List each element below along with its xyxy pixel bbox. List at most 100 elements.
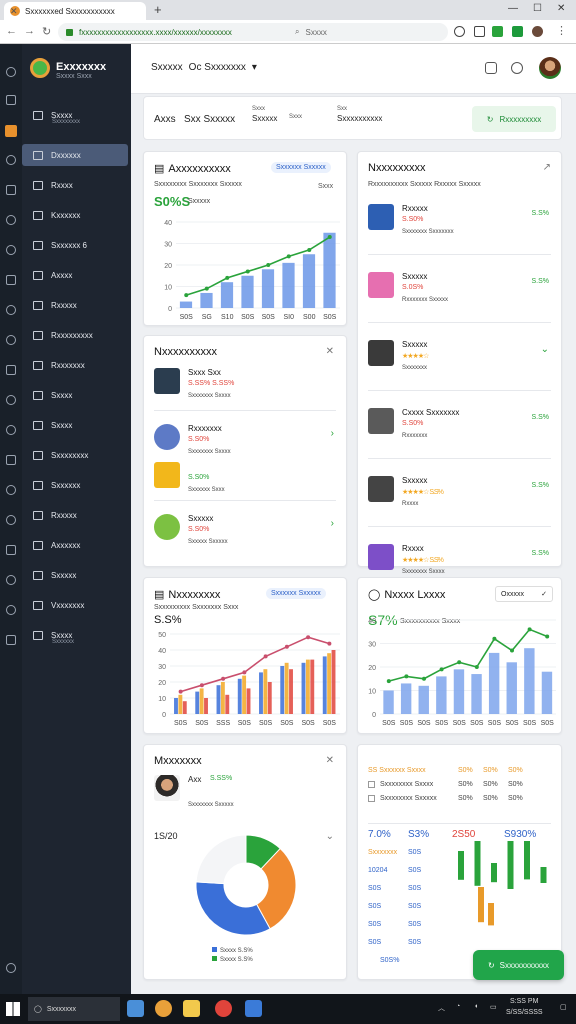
taskbar-app-icon-5[interactable] [245, 1000, 262, 1017]
rail-icon[interactable] [6, 185, 16, 195]
extension-icon-4[interactable] [512, 26, 523, 37]
extension-icon-3[interactable] [492, 26, 503, 37]
tray-network-icon[interactable]: ◔ [456, 1003, 460, 1010]
forward-icon[interactable]: → [24, 25, 35, 37]
list-item[interactable]: Sxxxxx ★★★★☆ Sxxxxxxx ⌄ [358, 332, 561, 376]
tray-sound-icon[interactable]: ◖ [474, 1003, 478, 1010]
rail-icon[interactable] [5, 125, 17, 137]
new-tab-icon[interactable]: + [154, 2, 162, 17]
rail-icon[interactable] [6, 515, 16, 525]
notification-item[interactable]: Sxxxxx S.S0% Sxxxxx Sxxxxx › [144, 506, 346, 550]
rail-icon[interactable] [6, 215, 16, 225]
rail-icon[interactable] [6, 575, 16, 585]
tray-up-icon[interactable]: ︿ [438, 1003, 445, 1013]
settings-icon[interactable] [511, 62, 523, 74]
list-item[interactable]: Rxxxx ★★★★☆ S.S% Sxxxxxxx Sxxxx S.S% [358, 536, 561, 580]
notification-center-icon[interactable]: ▢ [560, 1003, 567, 1011]
rail-icon[interactable] [6, 545, 16, 555]
rail-icon[interactable] [6, 155, 16, 165]
notification-thumbnail [154, 368, 180, 394]
taskbar-app-icon-2[interactable] [155, 1000, 172, 1017]
list-item-percent: S.S% [531, 482, 549, 489]
sidebar-item[interactable]: Kxxxxxx [22, 204, 128, 226]
rail-icon[interactable] [6, 485, 16, 495]
taskbar-app-icon-3[interactable] [183, 1000, 200, 1017]
back-icon[interactable]: ← [6, 25, 17, 37]
sidebar-item[interactable]: Sxxxx Sxxxxxx [22, 624, 128, 646]
avatar[interactable] [539, 57, 561, 79]
notification-icon[interactable] [485, 62, 497, 74]
rail-icon[interactable] [6, 365, 16, 375]
notification-item[interactable]: Sxxx Sxx S.SS% S.SS% Sxxxxxxx Sxxxx [144, 360, 346, 404]
sidebar-item[interactable]: Rxxxxx [22, 294, 128, 316]
maximize-icon[interactable]: ☐ [533, 3, 542, 14]
navigation-pill[interactable]: Sxxxxxx Sxxxxx [266, 588, 326, 599]
rail-icon[interactable] [6, 245, 16, 255]
rail-icon[interactable] [6, 425, 16, 435]
minimize-icon[interactable]: — [508, 3, 518, 14]
reload-icon[interactable]: ↻ [42, 25, 51, 38]
list-item[interactable]: Sxxxxx ★★★★☆ S.S% Rxxxx S.S% [358, 468, 561, 512]
close-icon[interactable]: ✕ [326, 346, 334, 357]
application-pill[interactable]: Sxxxxxx Sxxxxx [271, 162, 331, 173]
sidebar-item[interactable]: Sxxxx [22, 414, 128, 436]
rail-icon[interactable] [6, 455, 16, 465]
rail-icon[interactable] [6, 605, 16, 615]
menu-icon[interactable]: ⋮ [556, 24, 567, 37]
windows-start-icon[interactable] [6, 1002, 20, 1016]
extension-icon-2[interactable] [474, 26, 485, 37]
sidebar-item[interactable]: Axxxx [22, 264, 128, 286]
sidebar-item[interactable]: Rxxxxxxxxx [22, 324, 128, 346]
profile-icon[interactable] [532, 26, 543, 37]
taskbar-app-icon-1[interactable] [127, 1000, 144, 1017]
chevron-down-icon[interactable]: ⌄ [541, 344, 549, 355]
sidebar-item[interactable]: Rxxxxx [22, 504, 128, 526]
taskbar-app-icon-4[interactable] [215, 1000, 232, 1017]
checkbox[interactable] [368, 795, 375, 802]
expand-icon[interactable]: ↗ [543, 162, 551, 173]
sidebar-item[interactable]: Sxxxxxx [22, 474, 128, 496]
sidebar-item[interactable]: Sxxxx Sxxxxxxxx [22, 104, 128, 126]
sidebar-item[interactable]: Rxxxx [22, 174, 128, 196]
extension-icon[interactable] [454, 26, 465, 37]
sidebar-item[interactable]: Axxxxxx [22, 534, 128, 556]
sidebar-item[interactable]: Sxxxxx [22, 564, 128, 586]
sidebar-item[interactable]: Sxxxx [22, 384, 128, 406]
sidebar-item[interactable]: Sxxxxxx 6 [22, 234, 128, 256]
browser-tab[interactable]: Sxxxxxxed Sxxxxxxxxxxx ✕ [4, 2, 146, 20]
rail-icon[interactable] [6, 963, 16, 973]
rail-icon[interactable] [6, 305, 16, 315]
close-tab-icon[interactable]: ✕ [10, 6, 18, 17]
notification-meta: S.S0% [188, 474, 210, 481]
floating-action-button[interactable]: ↻ Sxxxxxxxxxxx [473, 950, 564, 980]
rail-icon[interactable] [6, 67, 16, 77]
section-selector[interactable]: Sxxxxx Oc Sxxxxxxx ▾ [151, 62, 257, 73]
chevron-right-icon[interactable]: › [331, 428, 334, 439]
close-window-icon[interactable]: ✕ [557, 3, 565, 14]
rail-icon[interactable] [6, 95, 16, 105]
rail-icon[interactable] [6, 335, 16, 345]
rail-icon[interactable] [6, 635, 16, 645]
nexus-dropdown[interactable]: Oxxxxx ✓ [495, 586, 553, 602]
sidebar-item[interactable]: Dxxxxxx [22, 144, 128, 166]
notification-item[interactable]: S.S0% Sxxxxxx Sxxx [144, 454, 346, 498]
list-item[interactable]: Sxxxxx S.0S% Rxxxxxxx Sxxxxx S.S% [358, 264, 561, 308]
chevron-right-icon[interactable]: › [331, 518, 334, 529]
close-icon[interactable]: ✕ [326, 755, 334, 766]
sidebar-item[interactable]: Sxxxxxxxx [22, 444, 128, 466]
checkbox[interactable] [368, 781, 375, 788]
tray-battery-icon[interactable]: ▭ [490, 1003, 497, 1011]
taskbar-search[interactable]: ◯ Sxxxxxxx [28, 997, 120, 1021]
primary-action-button[interactable]: ↻ Rxxxxxxxxx [472, 106, 556, 132]
rail-icon[interactable] [6, 395, 16, 405]
line-point [422, 676, 426, 681]
bar [179, 301, 193, 308]
sidebar-item[interactable]: Vxxxxxxx [22, 594, 128, 616]
bar [242, 675, 247, 714]
rail-icon[interactable] [6, 275, 16, 285]
list-item[interactable]: Rxxxxx S.S0% Sxxxxxxx Sxxxxxxx S.S% [358, 196, 561, 240]
x-tick-label: S0S [417, 720, 431, 727]
url-field[interactable]: fxxxxxxxxxxxxxxxxxx.xxxx/xxxxxx/xxxxxxxx… [58, 23, 448, 41]
sidebar-item[interactable]: Rxxxxxxx [22, 354, 128, 376]
list-item[interactable]: Cxxxx Sxxxxxxx S.S0% Rxxxxxxx S.S% [358, 400, 561, 444]
